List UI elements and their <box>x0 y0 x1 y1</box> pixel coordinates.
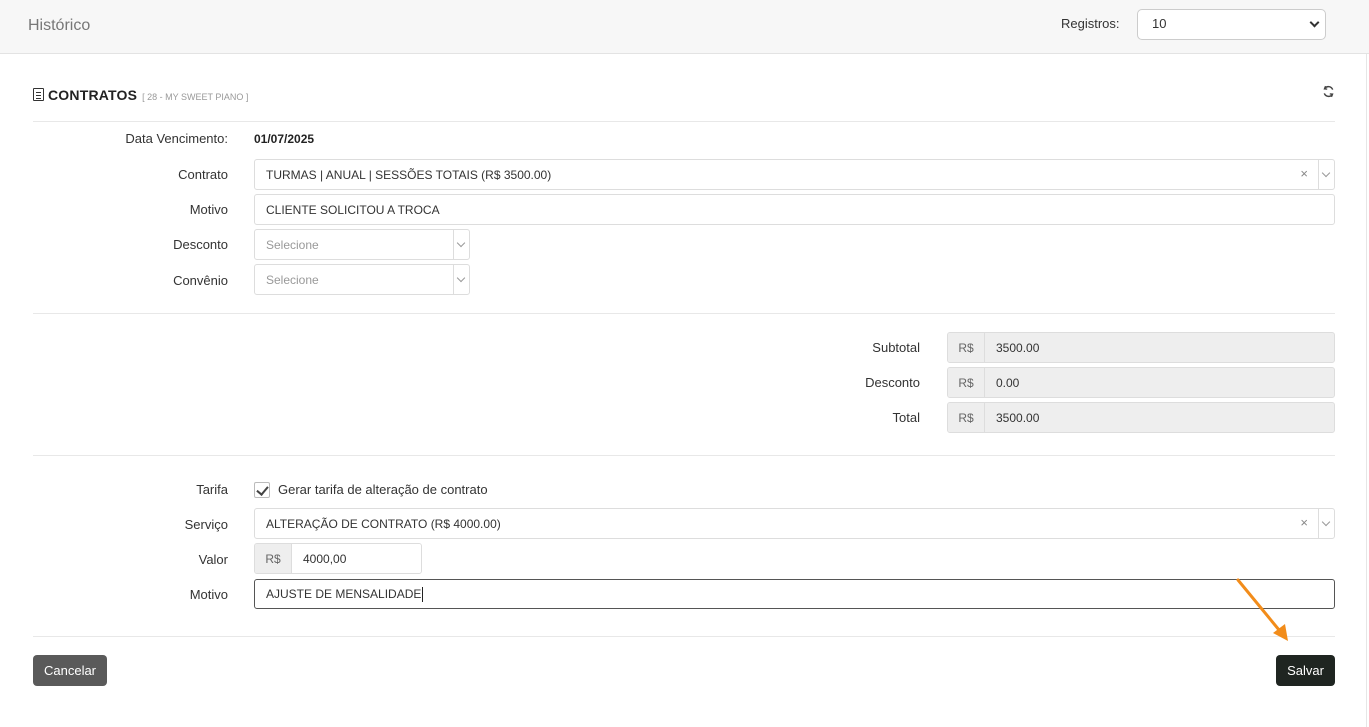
servico-label: Serviço <box>184 517 228 532</box>
panel-edge <box>1366 54 1367 727</box>
servico-select[interactable]: ALTERAÇÃO DE CONTRATO (R$ 4000.00) × <box>254 508 1335 539</box>
divider <box>33 121 1335 122</box>
divider <box>33 455 1335 456</box>
convenio-select-placeholder: Selecione <box>266 272 319 287</box>
data-vencimento-label: Data Vencimento: <box>125 131 228 146</box>
subtotal-field: R$ 3500.00 <box>947 332 1335 363</box>
document-icon <box>33 88 44 101</box>
subtotal-value: 3500.00 <box>996 340 1040 355</box>
desconto-total-value: 0.00 <box>996 375 1020 390</box>
total-value: 3500.00 <box>996 410 1040 425</box>
cancel-button[interactable]: Cancelar <box>33 655 107 686</box>
currency-addon: R$ <box>948 368 985 397</box>
motivo-input-value: CLIENTE SOLICITOU A TROCA <box>266 202 440 217</box>
refresh-icon[interactable] <box>1322 85 1335 98</box>
section-header: CONTRATOS [ 28 - MY SWEET PIANO ] <box>33 87 248 103</box>
tarifa-motivo-label: Motivo <box>189 587 228 602</box>
convenio-select[interactable]: Selecione <box>254 264 470 295</box>
save-button[interactable]: Salvar <box>1276 655 1335 686</box>
section-title: CONTRATOS <box>48 87 138 103</box>
total-field: R$ 3500.00 <box>947 402 1335 433</box>
clear-icon[interactable]: × <box>1300 515 1308 530</box>
clear-icon[interactable]: × <box>1300 166 1308 181</box>
total-desconto-label: Desconto <box>865 375 920 390</box>
motivo-label: Motivo <box>189 202 228 217</box>
currency-addon: R$ <box>948 333 985 362</box>
chevron-down-icon <box>1321 168 1331 178</box>
divider <box>33 636 1335 637</box>
tarifa-label: Tarifa <box>196 482 228 497</box>
chevron-down-icon <box>1321 517 1331 527</box>
page-title: Histórico <box>28 17 91 34</box>
data-vencimento-value: 01/07/2025 <box>254 132 315 146</box>
valor-input[interactable]: 4000,00 <box>292 544 421 573</box>
desconto-select[interactable]: Selecione <box>254 229 470 260</box>
contrato-select[interactable]: TURMAS | ANUAL | SESSÕES TOTAIS (R$ 3500… <box>254 159 1335 190</box>
dropdown-toggle[interactable] <box>1318 160 1334 189</box>
motivo-input[interactable]: CLIENTE SOLICITOU A TROCA <box>254 194 1335 225</box>
total-label: Total <box>892 410 920 425</box>
currency-addon: R$ <box>948 403 985 432</box>
contrato-select-value: TURMAS | ANUAL | SESSÕES TOTAIS (R$ 3500… <box>266 167 552 182</box>
contrato-label: Contrato <box>178 167 228 182</box>
dropdown-toggle[interactable] <box>453 230 469 259</box>
valor-input-group[interactable]: R$ 4000,00 <box>254 543 422 574</box>
chevron-down-icon <box>456 273 466 283</box>
section-subtitle: [ 28 - MY SWEET PIANO ] <box>142 92 249 102</box>
desconto-select-placeholder: Selecione <box>266 237 319 252</box>
desconto-label: Desconto <box>173 237 228 252</box>
desconto-total-field: R$ 0.00 <box>947 367 1335 398</box>
tarifa-motivo-input-value: AJUSTE DE MENSALIDADE <box>266 587 422 601</box>
chevron-down-icon <box>456 238 466 248</box>
chevron-down-icon <box>1309 17 1320 28</box>
text-cursor <box>422 586 424 602</box>
valor-label: Valor <box>198 552 228 567</box>
registros-label: Registros: <box>1061 16 1120 31</box>
annotation-arrow-icon <box>1236 578 1288 641</box>
registros-select[interactable]: 10 <box>1137 9 1326 40</box>
tarifa-motivo-input[interactable]: AJUSTE DE MENSALIDADE <box>254 579 1335 609</box>
divider <box>33 313 1335 314</box>
dropdown-toggle[interactable] <box>453 265 469 294</box>
subtotal-label: Subtotal <box>872 340 920 355</box>
top-bar: Histórico Registros: 10 <box>0 0 1369 54</box>
gerar-tarifa-checkbox[interactable] <box>254 482 270 498</box>
servico-select-value: ALTERAÇÃO DE CONTRATO (R$ 4000.00) <box>266 516 501 531</box>
convenio-label: Convênio <box>173 273 228 288</box>
registros-select-value: 10 <box>1152 16 1167 31</box>
gerar-tarifa-checkbox-label[interactable]: Gerar tarifa de alteração de contrato <box>278 482 488 497</box>
currency-addon: R$ <box>255 544 292 573</box>
dropdown-toggle[interactable] <box>1318 509 1334 538</box>
